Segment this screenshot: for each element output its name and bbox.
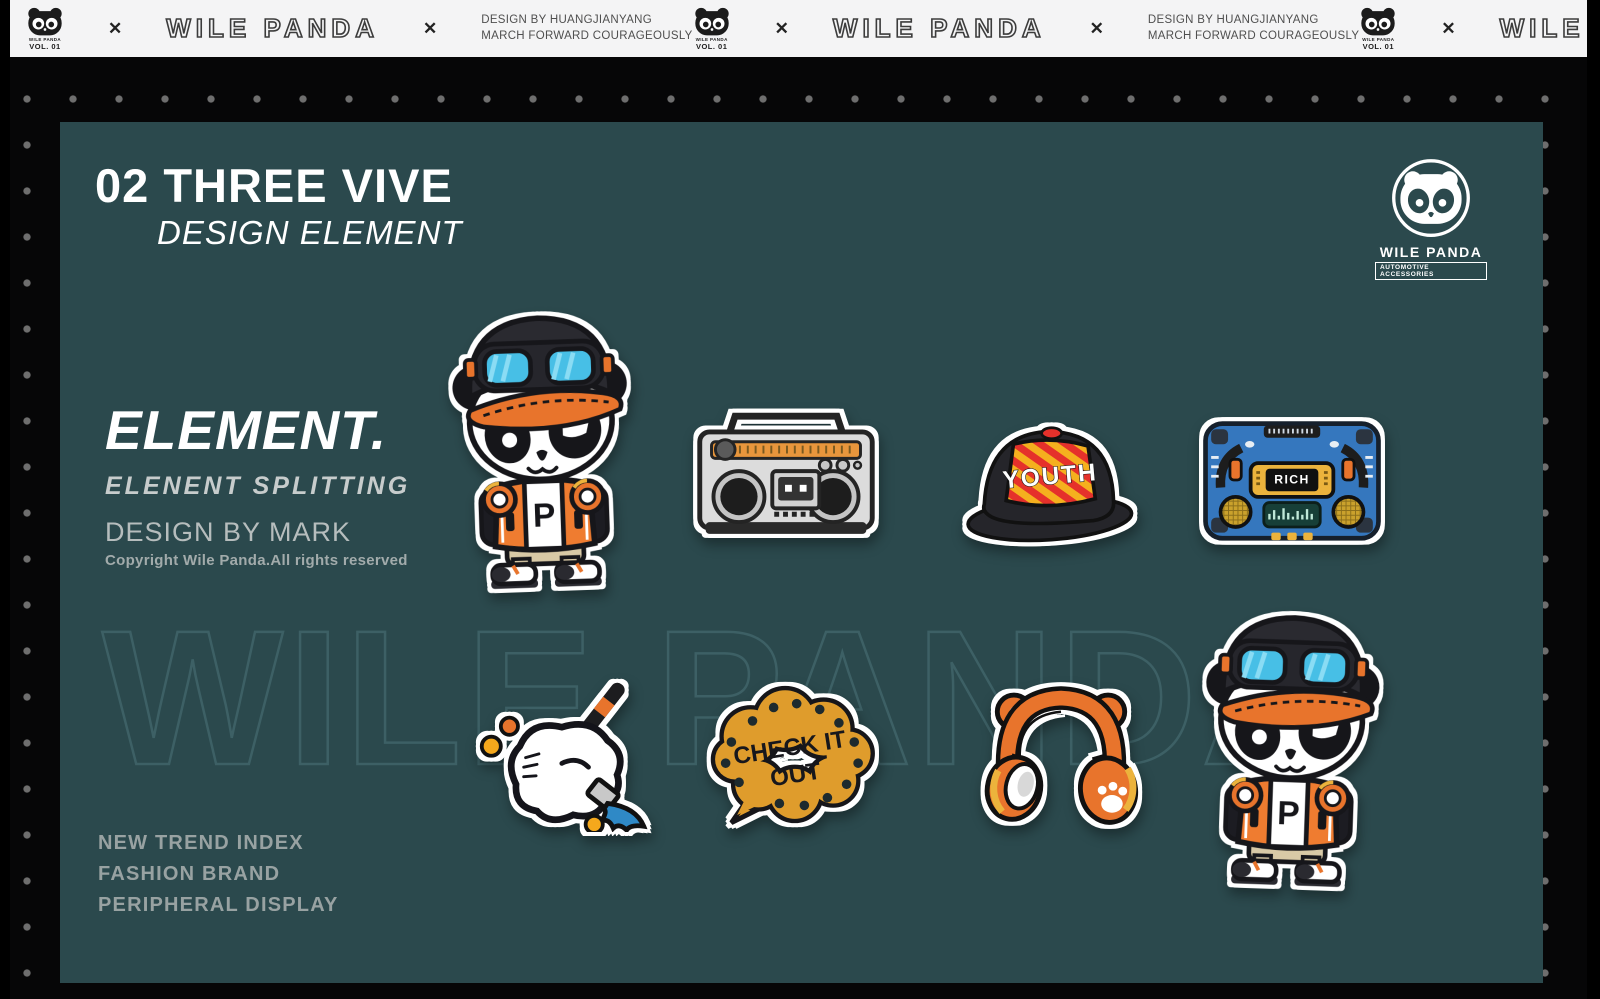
icon-caption: VOL. 01 [29,43,60,51]
sticker-panda-character [438,287,645,594]
panda-mascot-icon [438,287,645,594]
credit-line-2: MARCH FORWARD COURAGEOUSLY [1148,29,1359,45]
sticker-paintbrush-hand [462,670,654,832]
element-title: ELEMENT. [105,398,410,462]
sticker-speech-bubble: CHECK IT OUT [693,654,885,832]
slide-page: WILE PANDA VOL. 01 ✕ WILE PANDA ✕ DESIGN… [0,0,1600,999]
copyright-note: Copyright Wile Panda.All rights reserved [105,552,410,569]
credit-line-1: DESIGN BY HUANGJIANYANG [481,13,692,29]
designer-credit: DESIGN BY MARK [105,517,410,548]
panda-logo-icon: WILE PANDA VOL. 01 [693,7,731,50]
youth-cap-icon: YOUTH [957,400,1139,552]
device-screen-text: RICH [1274,473,1310,487]
panda-head-icon [26,7,64,37]
main-panel: WILE PANDA 02 THREE VIVE DESIGN ELEMENT … [60,122,1543,983]
sticker-panda-character [1188,587,1394,892]
check-it-out-bubble-icon: CHECK IT OUT [693,654,885,832]
panda-head-icon [693,7,731,37]
brand-badge: WILE PANDA AUTOMOTIVE ACCESSORIES [1375,156,1487,280]
rich-radio-icon: RICH [1198,414,1386,546]
left-edge-bar [0,0,10,999]
bear-headphones-icon [963,660,1159,838]
x-separator: ✕ [108,19,122,39]
footer-line: NEW TREND INDEX [98,828,339,859]
credit-text: DESIGN BY HUANGJIANYANG MARCH FORWARD CO… [1148,13,1359,44]
sticker-bear-headphones [963,660,1159,838]
brand-wordmark: WILE PANDA [833,13,1046,44]
x-separator: ✕ [1090,19,1104,39]
right-edge-bar [1587,0,1600,999]
credit-line-1: DESIGN BY HUANGJIANYANG [1148,13,1359,29]
x-separator: ✕ [423,19,437,39]
badge-tagline: AUTOMOTIVE ACCESSORIES [1375,262,1487,280]
panda-head-icon [1359,7,1397,37]
icon-caption: VOL. 01 [696,43,727,51]
brand-wordmark: WILE PANDA [1500,13,1600,44]
element-text-block: ELEMENT. ELENENT SPLITTING DESIGN BY MAR… [105,398,410,569]
top-banner: WILE PANDA VOL. 01 ✕ WILE PANDA ✕ DESIGN… [0,0,1600,57]
boombox-icon [688,407,884,547]
credit-line-2: MARCH FORWARD COURAGEOUSLY [481,29,692,45]
banner-group: WILE PANDA VOL. 01 ✕ WILE PANDA ✕ DESIGN… [693,7,1360,50]
credit-text: DESIGN BY HUANGJIANYANG MARCH FORWARD CO… [481,13,692,44]
section-title: 02 THREE VIVE [95,158,453,213]
panda-mascot-icon [1188,587,1394,892]
sticker-radio-device: RICH [1198,414,1386,546]
panel-footer-lines: NEW TREND INDEX FASHION BRAND PERIPHERAL… [98,828,339,921]
banner-group: WILE PANDA VOL. 01 ✕ WILE PANDA ✕ DESIGN… [26,7,693,50]
footer-line: FASHION BRAND [98,859,339,890]
sticker-youth-cap: YOUTH [957,400,1139,552]
icon-caption: VOL. 01 [1363,43,1394,51]
footer-line: PERIPHERAL DISPLAY [98,890,339,921]
brand-wordmark: WILE PANDA [166,13,379,44]
panda-badge-icon [1383,156,1479,242]
paintbrush-hand-icon [462,670,654,832]
banner-group: WILE PANDA VOL. 01 ✕ WILE PANDA ✕ DESIGN… [1359,7,1600,50]
x-separator: ✕ [775,19,789,39]
section-subtitle: DESIGN ELEMENT [157,214,463,252]
panda-logo-icon: WILE PANDA VOL. 01 [1359,7,1397,50]
x-separator: ✕ [1441,19,1455,39]
sticker-boombox [688,407,884,547]
badge-brand-name: WILE PANDA [1380,244,1483,260]
panda-logo-icon: WILE PANDA VOL. 01 [26,7,64,50]
element-subtitle: ELENENT SPLITTING [105,472,410,501]
